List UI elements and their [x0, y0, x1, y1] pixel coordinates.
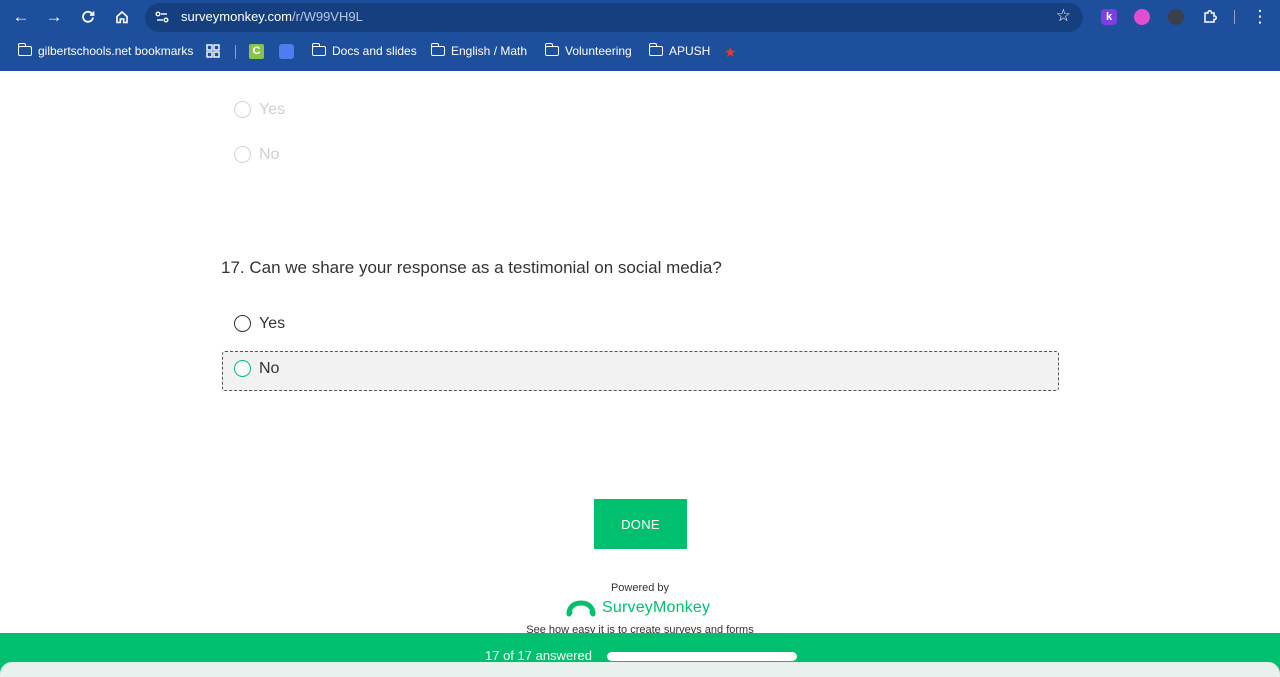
- browser-toolbar: ← → surveymonkey.com/r/W99VH9L ☆ k ⋮: [0, 0, 1280, 34]
- toolbar-divider: [1234, 10, 1235, 24]
- surveymonkey-wordmark: SurveyMonkey: [602, 599, 711, 616]
- powered-by-text: Powered by: [610, 582, 670, 594]
- question-17-title: 17. Can we share your response as a test…: [221, 258, 722, 277]
- progress-label: 17 of 17 answered: [485, 648, 592, 663]
- screen-recorder-extension-icon[interactable]: [1134, 9, 1150, 25]
- home-icon[interactable]: [110, 6, 134, 28]
- progress-bar-fill: [607, 652, 797, 661]
- more-menu-icon[interactable]: ⋮: [1248, 6, 1272, 28]
- back-icon[interactable]: ←: [9, 6, 33, 28]
- bookmark-c-app-icon[interactable]: C: [249, 44, 264, 59]
- folder-icon: [311, 43, 326, 56]
- radio-button[interactable]: [234, 146, 251, 163]
- bookmark-gilbertschools[interactable]: gilbertschools.net bookmarks: [17, 43, 193, 58]
- surveymonkey-logo-icon: [566, 600, 596, 617]
- progress-bar: [607, 652, 797, 661]
- option-label: Yes: [259, 101, 286, 118]
- radio-button[interactable]: [234, 101, 251, 118]
- option-no-focused[interactable]: No: [222, 351, 1059, 391]
- folder-gear-icon: [17, 43, 32, 56]
- browser-chrome: ← → surveymonkey.com/r/W99VH9L ☆ k ⋮ gil…: [0, 0, 1280, 71]
- surveymonkey-logo[interactable]: SurveyMonkey: [566, 598, 710, 618]
- forward-icon[interactable]: →: [42, 6, 66, 28]
- address-bar[interactable]: surveymonkey.com/r/W99VH9L ☆: [145, 3, 1083, 32]
- bookmarks-bar: gilbertschools.net bookmarks C Docs and …: [0, 40, 1280, 64]
- option-label: No: [259, 360, 280, 377]
- bookmark-folder-english-math[interactable]: English / Math: [430, 43, 527, 58]
- extension-icon[interactable]: [1168, 9, 1184, 25]
- radio-button[interactable]: [234, 315, 251, 332]
- site-info-icon[interactable]: [154, 9, 170, 25]
- bookmark-folder-volunteering[interactable]: Volunteering: [544, 43, 632, 58]
- folder-icon: [430, 43, 445, 56]
- bookmark-folder-apush[interactable]: APUSH: [648, 43, 710, 58]
- bookmark-star-flag-icon[interactable]: ★: [724, 44, 737, 61]
- option-label: No: [259, 146, 280, 163]
- url-text[interactable]: surveymonkey.com/r/W99VH9L: [181, 9, 363, 24]
- kami-extension-icon[interactable]: k: [1101, 9, 1117, 25]
- bookmark-blue-app-icon[interactable]: [279, 44, 294, 59]
- folder-icon: [648, 43, 663, 56]
- radio-button[interactable]: [234, 360, 251, 377]
- reload-icon[interactable]: [76, 6, 100, 28]
- apps-grid-icon[interactable]: [206, 44, 220, 58]
- bookmark-folder-docs[interactable]: Docs and slides: [311, 43, 417, 58]
- done-button[interactable]: DONE: [594, 499, 687, 549]
- bookmark-star-icon[interactable]: ☆: [1056, 6, 1071, 26]
- extensions-puzzle-icon[interactable]: [1198, 6, 1222, 28]
- option-label: Yes: [259, 315, 286, 332]
- folder-icon: [544, 43, 559, 56]
- bookmark-separator: [235, 45, 236, 59]
- app-shelf: [0, 662, 1280, 677]
